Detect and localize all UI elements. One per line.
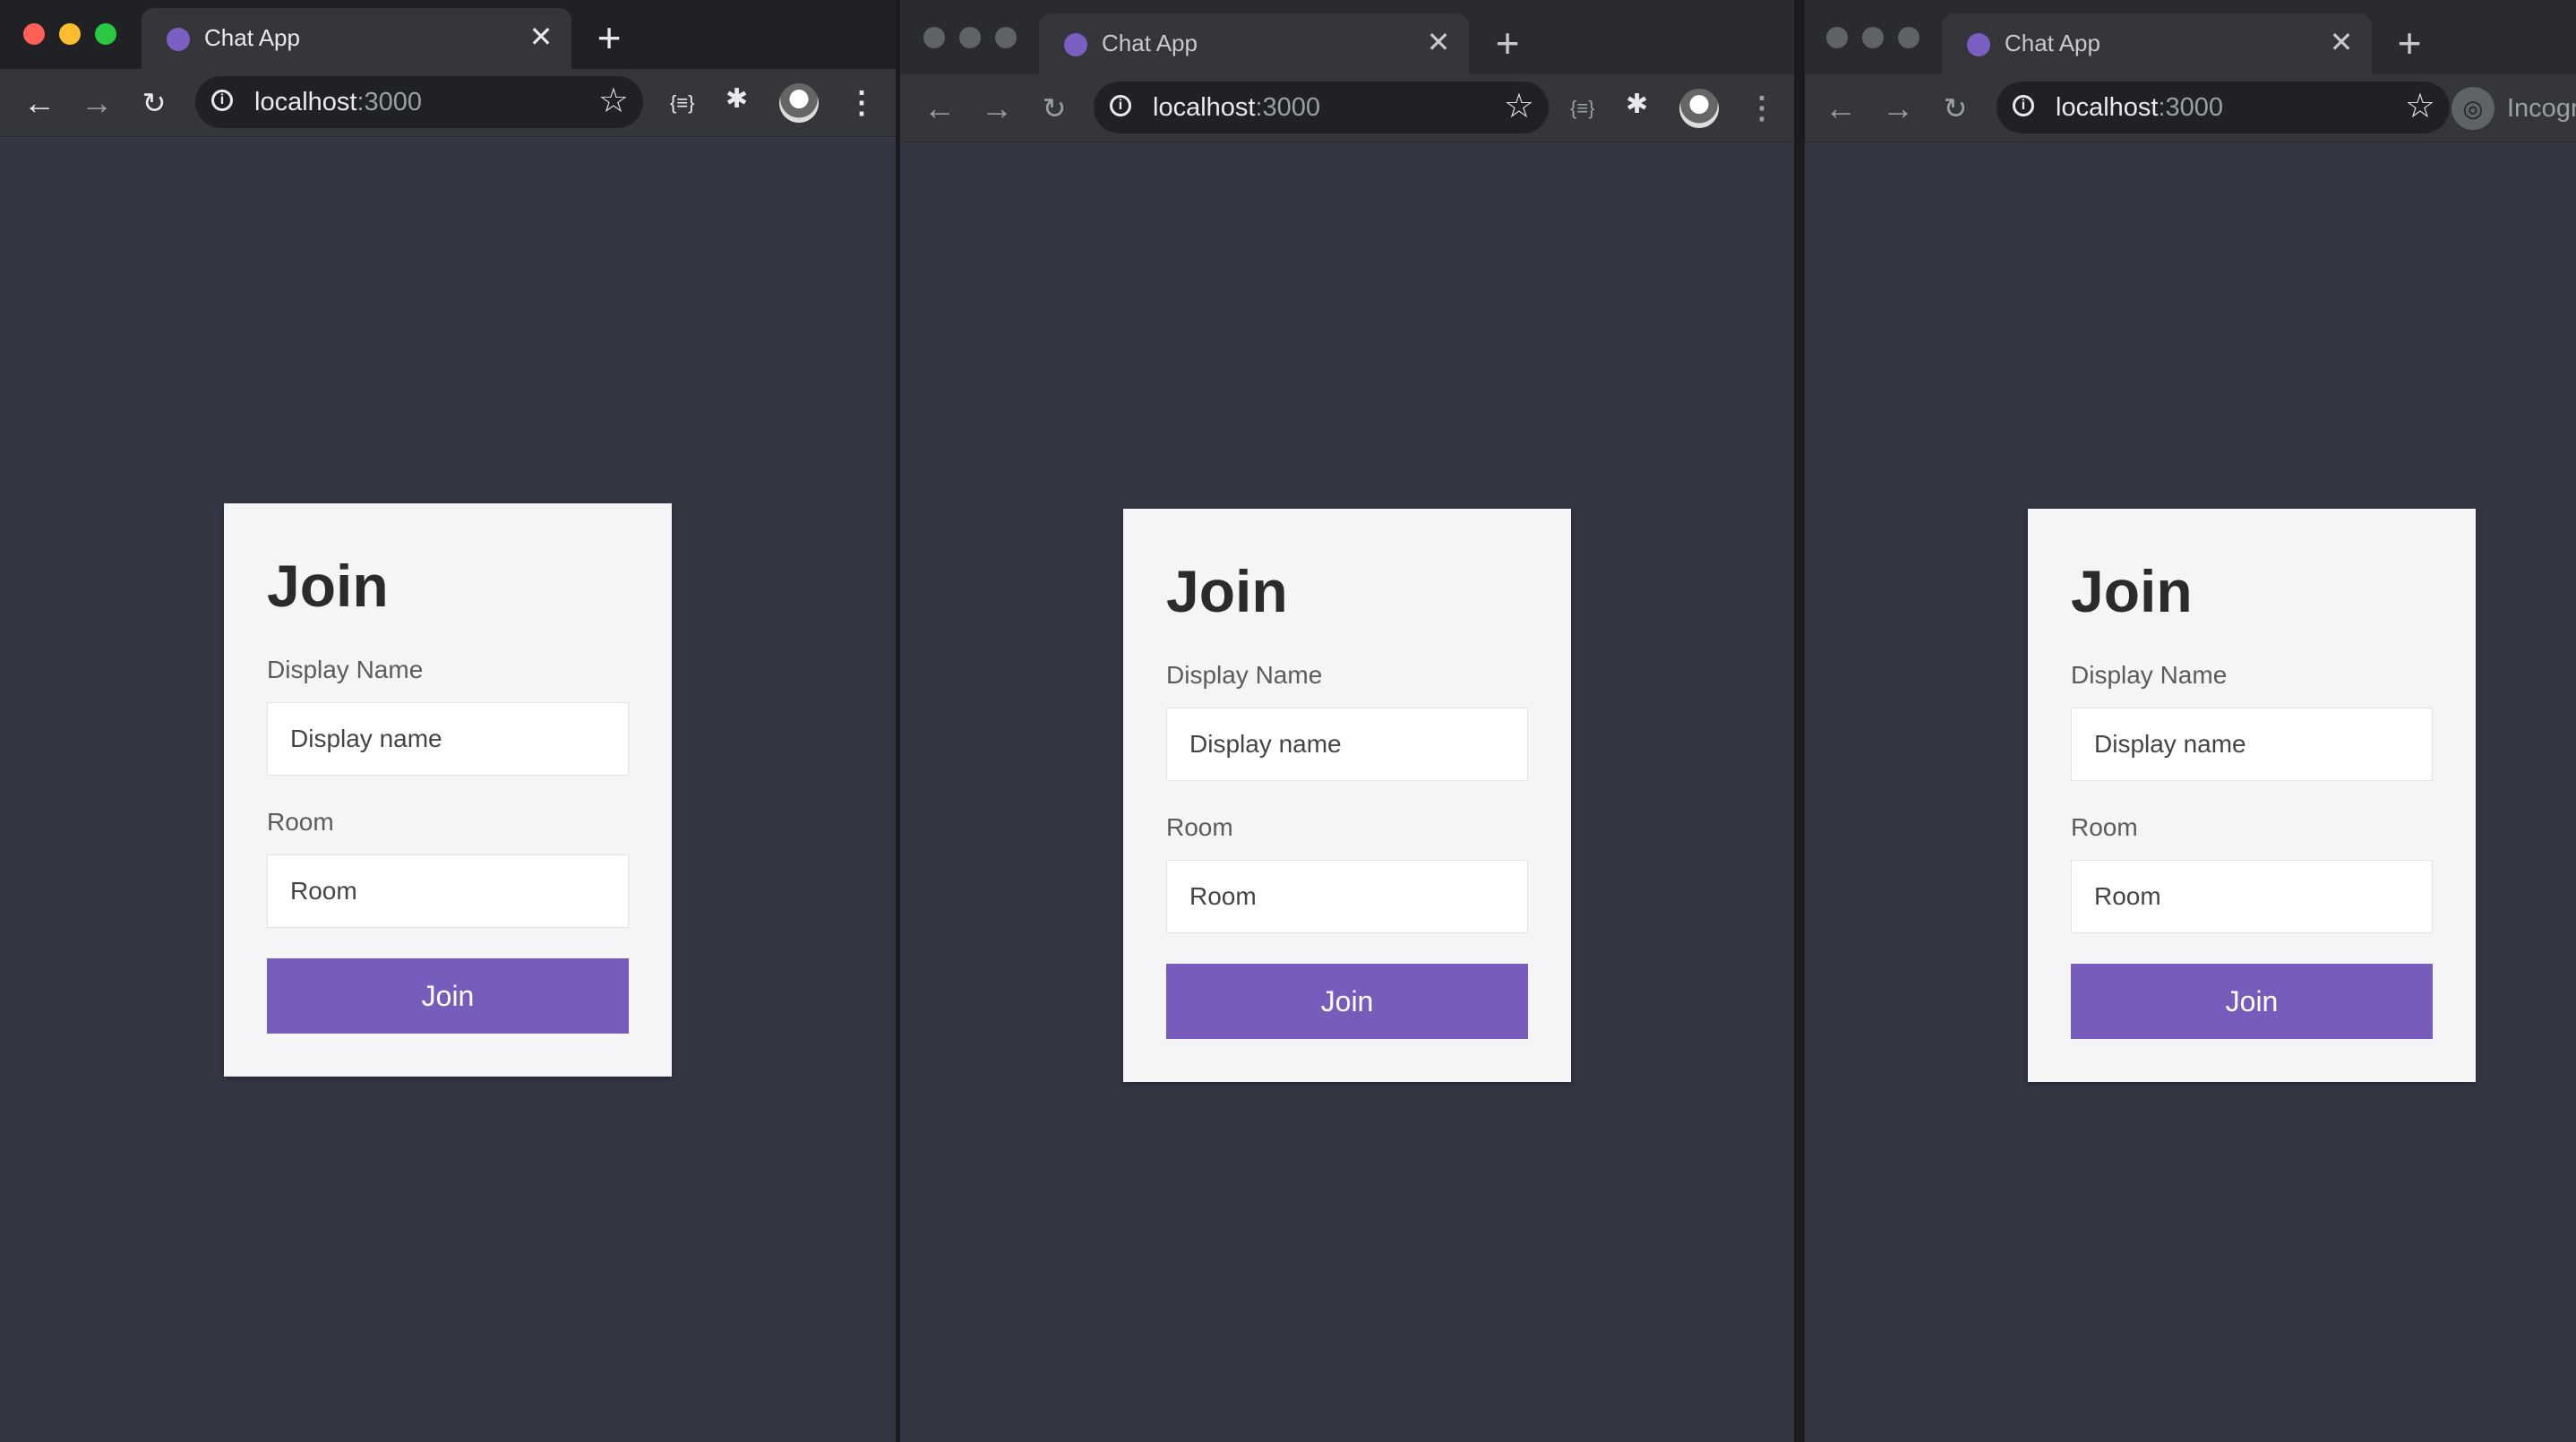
minimize-window-button[interactable] <box>959 27 981 48</box>
info-icon[interactable]: i <box>211 90 233 111</box>
join-button[interactable]: Join <box>2071 964 2433 1039</box>
address-bar[interactable]: i localhost:3000 ☆ <box>195 76 643 128</box>
star-icon[interactable]: ☆ <box>1504 87 1534 126</box>
join-card: Join Display Name Room Join <box>2028 509 2476 1082</box>
display-name-input[interactable] <box>2071 708 2433 781</box>
close-window-button[interactable] <box>23 23 45 45</box>
star-icon[interactable]: ☆ <box>598 82 629 121</box>
browser-window-1: Chat App ✕ + ← → ↻ i localhost:3000 ☆ {≡… <box>0 0 896 1442</box>
display-name-label: Display Name <box>267 656 424 683</box>
tab-favicon-icon <box>1064 33 1087 56</box>
tab-favicon-icon <box>167 28 190 51</box>
minimize-window-button[interactable] <box>1862 27 1884 48</box>
kebab-menu-icon[interactable]: ⋮ <box>846 85 877 121</box>
close-icon[interactable]: ✕ <box>523 19 559 55</box>
room-input[interactable] <box>267 854 629 928</box>
toolbar: ← → ↻ i localhost:3000 ☆ {≡} ✱ ⋮ <box>900 74 1794 142</box>
join-button[interactable]: Join <box>1166 964 1528 1039</box>
browser-chrome: Chat App ✕ + ← → ↻ i localhost:3000 ☆ {≡… <box>900 0 1794 142</box>
info-icon[interactable]: i <box>2013 95 2034 116</box>
tab-title: Chat App <box>204 24 300 51</box>
reload-icon[interactable]: ↻ <box>136 85 172 121</box>
room-label: Room <box>267 808 334 836</box>
display-name-input[interactable] <box>1166 708 1528 781</box>
join-card: Join Display Name Room Join <box>224 503 672 1077</box>
display-name-input[interactable] <box>267 702 629 776</box>
avatar-icon[interactable] <box>1679 89 1719 128</box>
page-title: Join <box>1166 558 1288 624</box>
tab-bar: Chat App ✕ + <box>900 0 1794 74</box>
reload-icon[interactable]: ↻ <box>1937 90 1973 126</box>
maximize-window-button[interactable] <box>1898 27 1919 48</box>
plus-icon[interactable]: + <box>2391 22 2427 64</box>
address-url: localhost:3000 <box>254 88 423 116</box>
browser-window-2: Chat App ✕ + ← → ↻ i localhost:3000 ☆ {≡… <box>900 0 1794 1442</box>
room-input[interactable] <box>2071 860 2433 933</box>
room-label: Room <box>1166 813 1233 841</box>
arrow-right-icon[interactable]: → <box>1880 90 1916 126</box>
kebab-menu-icon[interactable]: ⋮ <box>1747 90 1777 126</box>
address-bar[interactable]: i localhost:3000 ☆ <box>1094 82 1549 133</box>
arrow-right-icon[interactable]: → <box>79 85 115 121</box>
arrow-left-icon[interactable]: ← <box>922 90 957 126</box>
browser-window-3: Chat App ✕ + ← → ↻ i localhost:3000 ☆ ◎ … <box>1805 0 2576 1442</box>
minimize-window-button[interactable] <box>59 23 81 45</box>
arrow-right-icon[interactable]: → <box>979 90 1015 126</box>
tab-favicon-icon <box>1967 33 1990 56</box>
tab-title: Chat App <box>1102 30 1198 56</box>
browser-chrome: Chat App ✕ + ← → ↻ i localhost:3000 ☆ {≡… <box>0 0 896 137</box>
code-braces-icon[interactable]: {≡} <box>1570 92 1595 124</box>
tab-bar: Chat App ✕ + <box>0 0 896 69</box>
puzzle-icon[interactable]: ✱ <box>1626 89 1648 121</box>
info-icon[interactable]: i <box>1110 95 1131 116</box>
puzzle-icon[interactable]: ✱ <box>726 83 748 116</box>
tab-chat-app[interactable]: Chat App ✕ <box>1039 13 1469 74</box>
tab-chat-app[interactable]: Chat App ✕ <box>1942 13 2372 74</box>
page-title: Join <box>2071 558 2193 624</box>
display-name-label: Display Name <box>2071 661 2228 689</box>
arrow-left-icon[interactable]: ← <box>21 85 57 121</box>
incognito-label[interactable]: Incogn <box>2507 94 2576 124</box>
reload-icon[interactable]: ↻ <box>1036 90 1072 126</box>
tab-bar: Chat App ✕ + <box>1805 0 2576 74</box>
star-icon[interactable]: ☆ <box>2405 87 2435 126</box>
plus-icon[interactable]: + <box>1490 22 1525 64</box>
close-icon[interactable]: ✕ <box>2323 24 2359 60</box>
room-label: Room <box>2071 813 2138 841</box>
tab-chat-app[interactable]: Chat App ✕ <box>142 8 571 69</box>
join-button[interactable]: Join <box>267 958 629 1034</box>
arrow-left-icon[interactable]: ← <box>1823 90 1859 126</box>
close-window-button[interactable] <box>1826 27 1848 48</box>
browser-chrome: Chat App ✕ + ← → ↻ i localhost:3000 ☆ ◎ … <box>1805 0 2576 142</box>
room-input[interactable] <box>1166 860 1528 933</box>
plus-icon[interactable]: + <box>591 17 627 58</box>
address-bar[interactable]: i localhost:3000 ☆ <box>1996 82 2450 133</box>
incognito-icon[interactable]: ◎ <box>2451 87 2494 130</box>
display-name-label: Display Name <box>1166 661 1323 689</box>
close-window-button[interactable] <box>923 27 945 48</box>
maximize-window-button[interactable] <box>95 23 116 45</box>
address-url: localhost:3000 <box>2056 93 2224 122</box>
address-url: localhost:3000 <box>1153 93 1321 122</box>
page-title: Join <box>267 553 389 619</box>
close-icon[interactable]: ✕ <box>1421 24 1456 60</box>
toolbar: ← → ↻ i localhost:3000 ☆ ◎ Incogn <box>1805 74 2576 142</box>
avatar-icon[interactable] <box>779 83 819 123</box>
toolbar: ← → ↻ i localhost:3000 ☆ {≡} ✱ ⋮ <box>0 69 896 137</box>
tab-title: Chat App <box>2005 30 2100 56</box>
code-braces-icon[interactable]: {≡} <box>670 87 695 119</box>
maximize-window-button[interactable] <box>995 27 1017 48</box>
join-card: Join Display Name Room Join <box>1123 509 1571 1082</box>
